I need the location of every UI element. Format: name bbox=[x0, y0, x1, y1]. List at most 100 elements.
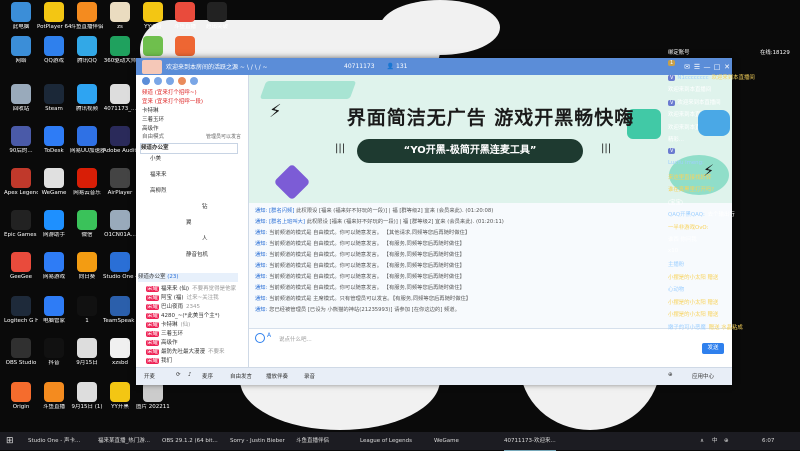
window-titlebar[interactable]: 欢迎来到本房间的活跃之源 ~ \ / \ / ~ 40711173 👤 131 … bbox=[136, 58, 732, 75]
desktop-icon[interactable]: 腾讯视频 bbox=[70, 84, 104, 113]
desktop-icon[interactable]: GeeGee bbox=[4, 252, 38, 281]
sidebar-row[interactable]: 三着玉环 bbox=[142, 116, 164, 125]
bottom-toolbar-item[interactable]: ⟳ bbox=[176, 372, 181, 378]
bottom-toolbar-item[interactable]: 录音 bbox=[304, 372, 315, 380]
member-row[interactable]: 荣耀 卡特琳 (仙) bbox=[146, 321, 190, 330]
member-row[interactable]: 荣耀 阿宝 (福) 过来~关注我 bbox=[146, 294, 219, 303]
live-chat-user[interactable]: 主播粉 bbox=[668, 262, 684, 268]
taskbar-app[interactable]: 福来某直播_热门游... bbox=[98, 432, 150, 450]
bottom-toolbar-item[interactable]: 播放伴奏 bbox=[266, 372, 288, 380]
desktop-icon[interactable]: 腾讯QQ bbox=[70, 36, 104, 65]
member-row[interactable]: 荣耀 最防先吐最大漫漫 不要来 bbox=[146, 348, 225, 357]
member-row[interactable]: 荣耀 4280_~(*此美当个主*) bbox=[146, 312, 223, 321]
member-row[interactable]: 荣耀 福来来 (仙) 不要再觉得是他家 bbox=[146, 285, 236, 294]
live-chat-user[interactable]: LucYu lmeng: bbox=[668, 160, 704, 166]
desktop-icon[interactable]: Steam bbox=[37, 84, 71, 113]
desktop-icon[interactable]: 向日葵 bbox=[70, 252, 104, 281]
desktop-icon[interactable]: 超出突破 bbox=[200, 2, 234, 31]
desktop-icon[interactable]: 此电脑 bbox=[4, 2, 38, 31]
desktop-icon[interactable]: 网络 bbox=[4, 36, 38, 65]
channel-item[interactable]: 人 bbox=[202, 235, 208, 244]
message-tag[interactable]: [群名上班叫大] bbox=[269, 219, 305, 225]
channel-item[interactable]: 翼 bbox=[186, 219, 192, 228]
start-button[interactable]: ⊞ bbox=[6, 432, 14, 450]
live-chat-user[interactable]: 心动物 bbox=[668, 287, 684, 293]
desktop-icon[interactable]: Studio One 4 bbox=[103, 252, 137, 281]
channel-item[interactable]: 福来来 bbox=[150, 171, 167, 180]
desktop-icon[interactable]: 9月15日 bbox=[70, 338, 104, 367]
desktop-icon[interactable]: 网易游戏 bbox=[37, 252, 71, 281]
taskbar-app[interactable]: Studio One - 声卡... bbox=[28, 432, 80, 450]
network-icon[interactable]: ⊕ bbox=[724, 432, 729, 450]
ime-icon[interactable]: 中 bbox=[712, 432, 718, 450]
tab-gift-icon[interactable] bbox=[178, 77, 186, 85]
member-row[interactable]: 荣耀 高级作 bbox=[146, 339, 181, 348]
taskbar-app[interactable]: Sorry - Justin Bieber bbox=[230, 432, 285, 450]
taskbar-app[interactable]: 斗鱼直播伴侣 bbox=[296, 432, 329, 450]
taskbar-app[interactable]: 40711173-欢迎来... bbox=[504, 432, 556, 451]
desktop-icon[interactable]: TeamSpeak 3 Client bbox=[103, 296, 137, 325]
sidebar-row[interactable]: 宜来 (宜来打个招呼一段) bbox=[142, 98, 203, 107]
channel-item[interactable]: 钻 bbox=[202, 203, 208, 212]
live-chat-user[interactable]: 嫩子的可小恶魔 bbox=[668, 325, 706, 331]
desktop-icon[interactable]: 图片 20221112... bbox=[136, 382, 170, 411]
desktop-icon[interactable]: 电脑管家 bbox=[37, 296, 71, 325]
desktop-icon[interactable]: QQ游戏 bbox=[37, 36, 71, 65]
emoji-icon[interactable] bbox=[255, 333, 265, 343]
bottom-toolbar-item[interactable]: 麦序 bbox=[202, 372, 213, 380]
desktop-icon[interactable]: YY开黑 bbox=[103, 382, 137, 411]
tab-home-icon[interactable] bbox=[142, 77, 150, 85]
desktop-icon[interactable]: OBS Studio bbox=[4, 338, 38, 367]
desktop-icon[interactable]: 4071173_... bbox=[103, 84, 137, 113]
tab-friends-icon[interactable] bbox=[154, 77, 162, 85]
desktop-icon[interactable]: Logitech G HUB bbox=[4, 296, 38, 325]
desktop-icon[interactable]: 斗鱼直播 bbox=[37, 382, 71, 411]
desktop-icon[interactable]: xzsbd bbox=[103, 338, 137, 367]
member-row[interactable]: 荣耀 我们 bbox=[146, 357, 175, 366]
desktop-icon[interactable]: 斗鱼直播伴侣 bbox=[70, 2, 104, 31]
desktop-icon[interactable]: 抖音 bbox=[37, 338, 71, 367]
bind-account-label[interactable]: 绑定账号 bbox=[668, 48, 690, 56]
desktop-icon[interactable]: Apex Legends bbox=[4, 168, 38, 197]
desktop-icon[interactable]: 微信 bbox=[70, 210, 104, 239]
taskbar-app[interactable]: WeGame bbox=[434, 432, 459, 450]
desktop-icon[interactable]: 回收站 bbox=[4, 84, 38, 113]
desktop-icon[interactable]: 网易UU加速器 bbox=[70, 126, 104, 155]
desktop-icon[interactable]: WeGame bbox=[37, 168, 71, 197]
live-chat-user[interactable]: QAQ开黑QAQ: bbox=[668, 212, 705, 218]
channel-item[interactable]: 静音包机 bbox=[186, 251, 208, 260]
desktop-icon[interactable]: O1CN01A... bbox=[103, 210, 137, 239]
bottom-toolbar-right-item[interactable]: ⊕ bbox=[668, 372, 673, 378]
tab-location-icon[interactable] bbox=[166, 77, 174, 85]
room-avatar[interactable] bbox=[142, 59, 162, 74]
desktop-icon[interactable]: AirPlayer bbox=[103, 168, 137, 197]
tray-expand-icon[interactable]: ∧ bbox=[700, 432, 704, 450]
chat-input[interactable]: 说点什么吧... bbox=[279, 335, 312, 343]
bottom-toolbar-item[interactable]: 自由发言 bbox=[230, 372, 252, 380]
desktop-icon[interactable]: 9月15日 (1) bbox=[70, 382, 104, 411]
desktop-icon[interactable]: Origin bbox=[4, 382, 38, 411]
desktop-icon[interactable]: ToDesk bbox=[37, 126, 71, 155]
desktop-icon[interactable]: 斗鱼直播 bbox=[168, 2, 202, 31]
sidebar-row[interactable]: 频道 (宜来打个招呼~) bbox=[142, 89, 197, 98]
sub-channel[interactable]: 频道办公室 (23) bbox=[138, 273, 238, 282]
message-tag[interactable]: [群名闪频] bbox=[269, 208, 294, 214]
member-row[interactable]: 荣耀 三着玉环 bbox=[146, 330, 186, 339]
bottom-toolbar-item[interactable]: 开麦 bbox=[144, 372, 155, 380]
desktop-icon[interactable]: 网游助手 bbox=[37, 210, 71, 239]
desktop-icon[interactable]: zs bbox=[103, 2, 137, 31]
desktop-icon[interactable]: 360驱动大师 bbox=[103, 36, 137, 65]
channel-item[interactable]: 小美 bbox=[150, 155, 161, 164]
promo-banner[interactable]: ⚡ ⚡ ||| ||| 界面简洁无广告 游戏开黑畅快嗨 “YO开黑-极简开黑连麦… bbox=[249, 75, 732, 203]
member-row[interactable]: 荣耀 巴山夜雨 2345 bbox=[146, 303, 200, 312]
desktop-icon[interactable]: 网易云音乐 bbox=[70, 168, 104, 197]
channel-root[interactable]: 频道办公室 bbox=[140, 143, 238, 154]
desktop-icon[interactable]: Adobe Audit... bbox=[103, 126, 137, 155]
desktop-icon[interactable]: 90后的... bbox=[4, 126, 38, 155]
taskbar-app[interactable]: OBS 29.1.2 (64 bit... bbox=[162, 432, 218, 450]
font-icon[interactable]: A bbox=[267, 332, 271, 339]
bottom-toolbar-right-item[interactable]: 应用中心 bbox=[692, 372, 714, 380]
desktop-icon[interactable]: Epic Games Launcher bbox=[4, 210, 38, 239]
desktop-icon[interactable]: 1 bbox=[70, 296, 104, 325]
desktop-icon[interactable]: YY语音 bbox=[136, 2, 170, 31]
